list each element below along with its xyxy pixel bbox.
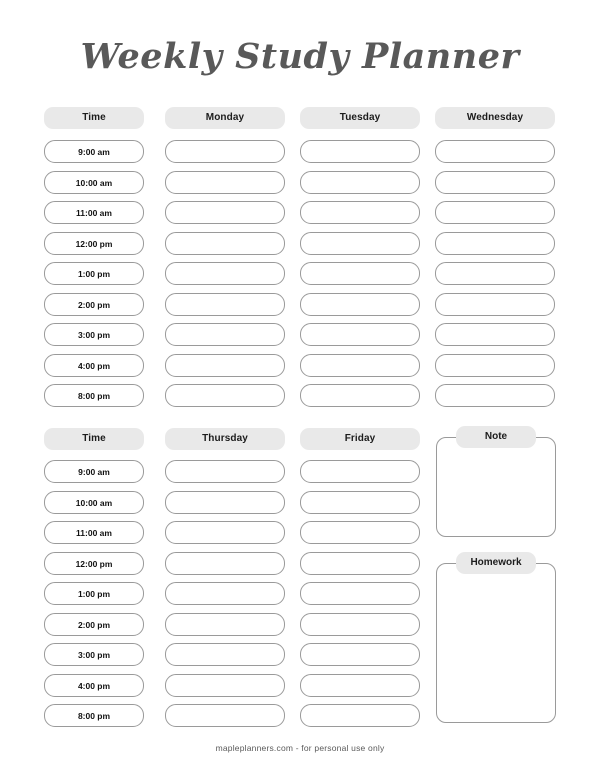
time-label-section-top-6: 3:00 pm: [44, 323, 144, 346]
entry-cell-wednesday-0[interactable]: [435, 140, 555, 163]
entry-cell-wednesday-7[interactable]: [435, 354, 555, 377]
entry-cell-monday-5[interactable]: [165, 293, 285, 316]
entry-cell-thursday-2[interactable]: [165, 521, 285, 544]
column-header-time: Time: [44, 107, 144, 129]
time-label-section-top-3: 12:00 pm: [44, 232, 144, 255]
entry-cell-tuesday-4[interactable]: [300, 262, 420, 285]
time-label-section-top-0: 9:00 am: [44, 140, 144, 163]
entry-cell-tuesday-6[interactable]: [300, 323, 420, 346]
entry-cell-friday-2[interactable]: [300, 521, 420, 544]
entry-cell-monday-6[interactable]: [165, 323, 285, 346]
time-label-section-bottom-1: 10:00 am: [44, 491, 144, 514]
entry-cell-wednesday-6[interactable]: [435, 323, 555, 346]
entry-cell-monday-3[interactable]: [165, 232, 285, 255]
homework-box[interactable]: [436, 563, 556, 723]
time-label-section-bottom-7: 4:00 pm: [44, 674, 144, 697]
entry-cell-tuesday-3[interactable]: [300, 232, 420, 255]
footer-credit: mapleplanners.com - for personal use onl…: [215, 743, 385, 753]
entry-cell-monday-4[interactable]: [165, 262, 285, 285]
note-label: Note: [456, 426, 536, 448]
time-label-section-top-2: 11:00 am: [44, 201, 144, 224]
homework-label: Homework: [456, 552, 536, 574]
entry-cell-friday-0[interactable]: [300, 460, 420, 483]
entry-cell-thursday-6[interactable]: [165, 643, 285, 666]
entry-cell-thursday-5[interactable]: [165, 613, 285, 636]
column-header-thursday: Thursday: [165, 428, 285, 450]
time-label-section-top-4: 1:00 pm: [44, 262, 144, 285]
entry-cell-friday-3[interactable]: [300, 552, 420, 575]
entry-cell-friday-1[interactable]: [300, 491, 420, 514]
time-label-section-top-5: 2:00 pm: [44, 293, 144, 316]
entry-cell-thursday-3[interactable]: [165, 552, 285, 575]
entry-cell-tuesday-2[interactable]: [300, 201, 420, 224]
entry-cell-thursday-4[interactable]: [165, 582, 285, 605]
time-label-section-bottom-3: 12:00 pm: [44, 552, 144, 575]
entry-cell-wednesday-4[interactable]: [435, 262, 555, 285]
entry-cell-friday-4[interactable]: [300, 582, 420, 605]
time-label-section-bottom-5: 2:00 pm: [44, 613, 144, 636]
time-label-section-bottom-4: 1:00 pm: [44, 582, 144, 605]
entry-cell-thursday-0[interactable]: [165, 460, 285, 483]
time-label-section-bottom-8: 8:00 pm: [44, 704, 144, 727]
entry-cell-monday-1[interactable]: [165, 171, 285, 194]
entry-cell-monday-7[interactable]: [165, 354, 285, 377]
entry-cell-wednesday-1[interactable]: [435, 171, 555, 194]
entry-cell-monday-2[interactable]: [165, 201, 285, 224]
entry-cell-wednesday-8[interactable]: [435, 384, 555, 407]
time-label-section-top-1: 10:00 am: [44, 171, 144, 194]
entry-cell-wednesday-2[interactable]: [435, 201, 555, 224]
entry-cell-tuesday-0[interactable]: [300, 140, 420, 163]
time-label-section-bottom-6: 3:00 pm: [44, 643, 144, 666]
time-label-section-top-8: 8:00 pm: [44, 384, 144, 407]
entry-cell-thursday-7[interactable]: [165, 674, 285, 697]
time-label-section-top-7: 4:00 pm: [44, 354, 144, 377]
entry-cell-wednesday-5[interactable]: [435, 293, 555, 316]
entry-cell-tuesday-8[interactable]: [300, 384, 420, 407]
entry-cell-monday-0[interactable]: [165, 140, 285, 163]
entry-cell-thursday-1[interactable]: [165, 491, 285, 514]
entry-cell-friday-8[interactable]: [300, 704, 420, 727]
column-header-wednesday: Wednesday: [435, 107, 555, 129]
note-box[interactable]: [436, 437, 556, 537]
planner-page: Weekly Study Planner Time 9:00 am 10:00 am…: [0, 0, 600, 776]
entry-cell-thursday-8[interactable]: [165, 704, 285, 727]
entry-cell-tuesday-7[interactable]: [300, 354, 420, 377]
column-header-friday: Friday: [300, 428, 420, 450]
time-label-section-bottom-2: 11:00 am: [44, 521, 144, 544]
page-title: Weekly Study Planner: [80, 36, 520, 77]
entry-cell-friday-7[interactable]: [300, 674, 420, 697]
column-header-time: Time: [44, 428, 144, 450]
column-header-monday: Monday: [165, 107, 285, 129]
entry-cell-friday-5[interactable]: [300, 613, 420, 636]
column-header-tuesday: Tuesday: [300, 107, 420, 129]
entry-cell-wednesday-3[interactable]: [435, 232, 555, 255]
entry-cell-tuesday-1[interactable]: [300, 171, 420, 194]
entry-cell-tuesday-5[interactable]: [300, 293, 420, 316]
entry-cell-monday-8[interactable]: [165, 384, 285, 407]
time-label-section-bottom-0: 9:00 am: [44, 460, 144, 483]
entry-cell-friday-6[interactable]: [300, 643, 420, 666]
